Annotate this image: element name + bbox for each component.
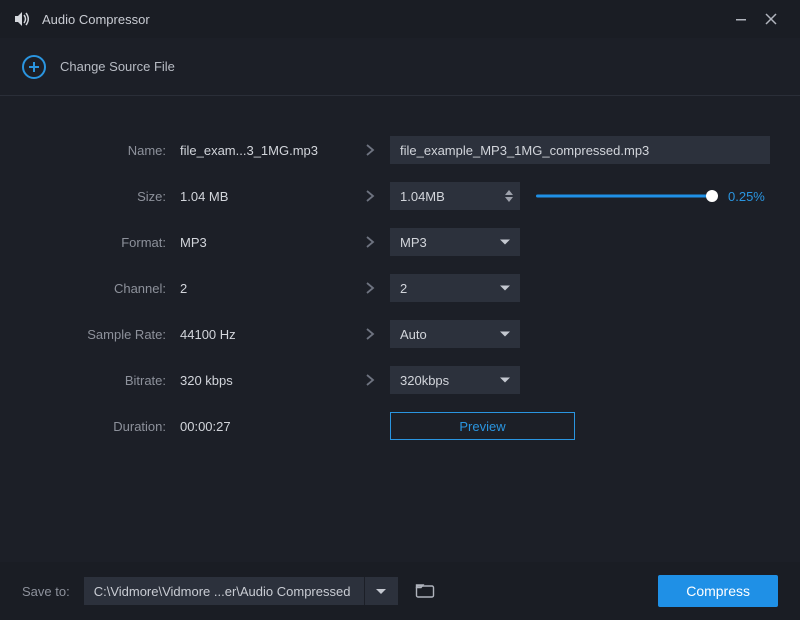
- label-bitrate: Bitrate:: [28, 373, 180, 388]
- size-stepper-value: 1.04MB: [390, 182, 502, 210]
- stepper-up-icon[interactable]: [505, 190, 513, 195]
- chevron-right-icon: [350, 281, 390, 295]
- caret-down-icon: [500, 332, 510, 337]
- row-sample-rate: Sample Rate: 44100 Hz Auto: [28, 320, 772, 348]
- sample-rate-select[interactable]: Auto: [390, 320, 520, 348]
- row-name: Name: file_exam...3_1MG.mp3: [28, 136, 772, 164]
- bitrate-select-value: 320kbps: [400, 373, 510, 388]
- form: Name: file_exam...3_1MG.mp3 Size: 1.04 M…: [0, 96, 800, 440]
- preview-button[interactable]: Preview: [390, 412, 575, 440]
- row-channel: Channel: 2 2: [28, 274, 772, 302]
- source-bitrate: 320 kbps: [180, 373, 350, 388]
- row-format: Format: MP3 MP3: [28, 228, 772, 256]
- open-folder-button[interactable]: [408, 577, 442, 605]
- footer: Save to: C:\Vidmore\Vidmore ...er\Audio …: [0, 562, 800, 620]
- channel-select[interactable]: 2: [390, 274, 520, 302]
- chevron-right-icon: [350, 235, 390, 249]
- close-button[interactable]: [756, 4, 786, 34]
- chevron-right-icon: [350, 143, 390, 157]
- chevron-right-icon: [350, 373, 390, 387]
- save-path-dropdown[interactable]: [364, 577, 398, 605]
- caret-down-icon: [376, 589, 386, 594]
- compress-button-label: Compress: [686, 583, 750, 599]
- preview-button-label: Preview: [459, 419, 505, 434]
- chevron-right-icon: [350, 327, 390, 341]
- save-to-label: Save to:: [22, 584, 70, 599]
- label-name: Name:: [28, 143, 180, 158]
- caret-down-icon: [500, 286, 510, 291]
- format-select-value: MP3: [400, 235, 510, 250]
- source-format: MP3: [180, 235, 350, 250]
- caret-down-icon: [500, 378, 510, 383]
- bitrate-select[interactable]: 320kbps: [390, 366, 520, 394]
- folder-icon: [415, 583, 435, 599]
- app-title: Audio Compressor: [42, 12, 150, 27]
- slider-percent: 0.25%: [728, 189, 765, 204]
- label-channel: Channel:: [28, 281, 180, 296]
- output-name-input[interactable]: [390, 136, 770, 164]
- source-sample-rate: 44100 Hz: [180, 327, 350, 342]
- row-size: Size: 1.04 MB 1.04MB 0.25%: [28, 182, 772, 210]
- save-path-value: C:\Vidmore\Vidmore ...er\Audio Compresse…: [84, 584, 364, 599]
- row-bitrate: Bitrate: 320 kbps 320kbps: [28, 366, 772, 394]
- source-duration: 00:00:27: [180, 419, 350, 434]
- change-source-label: Change Source File: [60, 59, 175, 74]
- size-slider[interactable]: [536, 188, 716, 204]
- speaker-icon: [14, 11, 32, 27]
- source-channel: 2: [180, 281, 350, 296]
- label-format: Format:: [28, 235, 180, 250]
- minimize-button[interactable]: [726, 4, 756, 34]
- source-size: 1.04 MB: [180, 189, 350, 204]
- label-sample-rate: Sample Rate:: [28, 327, 180, 342]
- stepper-down-icon[interactable]: [505, 197, 513, 202]
- label-size: Size:: [28, 189, 180, 204]
- sample-rate-select-value: Auto: [400, 327, 510, 342]
- format-select[interactable]: MP3: [390, 228, 520, 256]
- chevron-right-icon: [350, 189, 390, 203]
- label-duration: Duration:: [28, 419, 180, 434]
- add-icon: [22, 55, 46, 79]
- channel-select-value: 2: [400, 281, 510, 296]
- caret-down-icon: [500, 240, 510, 245]
- source-name: file_exam...3_1MG.mp3: [180, 143, 350, 158]
- size-stepper[interactable]: 1.04MB: [390, 182, 520, 210]
- row-duration: Duration: 00:00:27 Preview: [28, 412, 772, 440]
- titlebar: Audio Compressor: [0, 0, 800, 38]
- change-source-row[interactable]: Change Source File: [0, 38, 800, 96]
- compress-button[interactable]: Compress: [658, 575, 778, 607]
- save-path-select[interactable]: C:\Vidmore\Vidmore ...er\Audio Compresse…: [84, 577, 398, 605]
